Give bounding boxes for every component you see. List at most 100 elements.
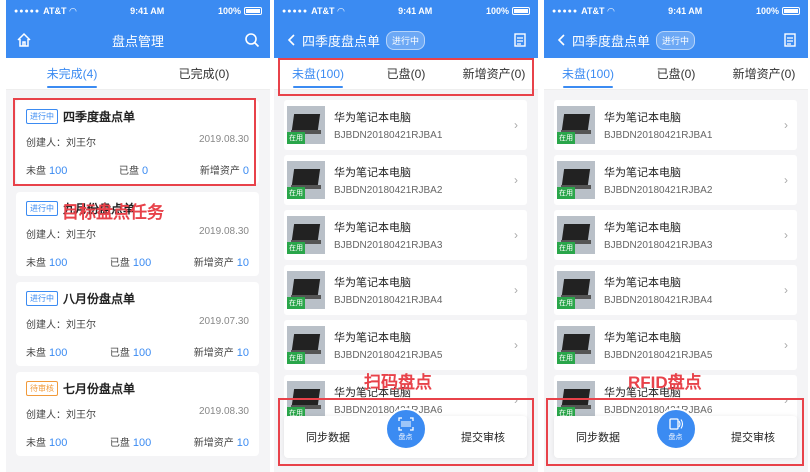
in-use-badge: 在用 <box>557 297 575 309</box>
list-item[interactable]: 在用 华为笔记本电脑 BJBDN20180421RJBA2 › <box>554 155 797 205</box>
task-card[interactable]: 待审核 七月份盘点单 创建人：刘王尔 2019.08.30 未盘 100 已盘 100 … <box>16 372 259 456</box>
list-item[interactable]: 在用 华为笔记本电脑 BJBDN20180421RJBA3 › <box>554 210 797 260</box>
tab-bar: 未完成(4) 已完成(0) <box>6 58 270 90</box>
date: 2019.08.30 <box>198 406 249 417</box>
in-use-badge: 在用 <box>557 352 575 364</box>
count-label: 新增资产 <box>193 348 234 359</box>
annotation-label: RFID盘点 <box>628 373 702 392</box>
tab-counted[interactable]: 已盘(0) <box>632 58 720 90</box>
annotation-label: 目标盘点任务 <box>62 203 164 222</box>
list-item[interactable]: 在用 华为笔记本电脑 BJBDN20180421RJBA4 › <box>284 265 527 315</box>
list-item[interactable]: 在用 华为笔记本电脑 BJBDN20180421RJBA3 › <box>284 210 527 260</box>
asset-code: BJBDN20180421RJBA5 <box>334 350 443 361</box>
header: ●●●●● AT&T ◠ 9:41 AM 100% 四季度盘点单 进行中 <box>544 0 808 58</box>
count-value: 100 <box>132 257 152 269</box>
carrier: AT&T <box>581 6 605 16</box>
document-icon[interactable] <box>510 30 530 50</box>
chevron-right-icon: › <box>514 173 518 187</box>
tab-incomplete[interactable]: 未完成(4) <box>6 58 138 90</box>
count-label: 未盘 <box>26 438 46 449</box>
list-item[interactable]: 在用 华为笔记本电脑 BJBDN20180421RJBA4 › <box>554 265 797 315</box>
asset-name: 华为笔记本电脑 <box>604 222 681 234</box>
asset-code: BJBDN20180421RJBA1 <box>334 130 443 141</box>
battery-percent: 100% <box>217 6 241 16</box>
asset-name: 华为笔记本电脑 <box>604 112 681 124</box>
status-badge: 进行中 <box>656 30 696 50</box>
in-use-badge: 在用 <box>557 187 575 199</box>
battery-icon <box>781 7 800 15</box>
asset-code: BJBDN20180421RJBA1 <box>604 130 713 141</box>
status-badge: 进行中 <box>386 30 426 50</box>
header: ●●●●● AT&T ◠ 9:41 AM 100% 盘点管理 <box>6 0 270 58</box>
chevron-right-icon: › <box>784 338 788 352</box>
count-label: 新增资产 <box>193 258 234 269</box>
page-title: 四季度盘点单 <box>572 33 651 49</box>
count-label: 新增资产 <box>193 438 234 449</box>
header: ●●●●● AT&T ◠ 9:41 AM 100% 四季度盘点单 进行中 <box>274 0 538 58</box>
count-label: 已盘 <box>109 258 130 269</box>
list-item[interactable]: 在用 华为笔记本电脑 BJBDN20180421RJBA1 › <box>554 100 797 150</box>
back-icon[interactable] <box>552 30 572 50</box>
in-use-badge: 在用 <box>287 242 305 254</box>
page-title: 盘点管理 <box>111 33 164 49</box>
laptop-thumbnail: 在用 <box>287 106 325 144</box>
in-use-badge: 在用 <box>287 132 305 144</box>
in-use-badge: 在用 <box>557 132 575 144</box>
highlight-box <box>13 98 256 186</box>
signal-icon: ●●●●● <box>282 7 309 15</box>
list-item[interactable]: 在用 华为笔记本电脑 BJBDN20180421RJBA5 › <box>284 320 527 370</box>
asset-name: 华为笔记本电脑 <box>334 222 411 234</box>
status-bar: ●●●●● AT&T ◠ 9:41 AM 100% <box>544 0 808 22</box>
laptop-thumbnail: 在用 <box>557 161 595 199</box>
asset-name: 华为笔记本电脑 <box>334 332 411 344</box>
status-bar: ●●●●● AT&T ◠ 9:41 AM 100% <box>274 0 538 22</box>
creator: 创建人：刘王尔 <box>26 230 96 241</box>
document-icon[interactable] <box>780 30 800 50</box>
chevron-right-icon: › <box>514 338 518 352</box>
back-icon[interactable] <box>282 30 302 50</box>
in-use-badge: 在用 <box>287 352 305 364</box>
laptop-thumbnail: 在用 <box>557 216 595 254</box>
count-value: 100 <box>49 347 68 359</box>
date: 2019.08.30 <box>198 226 249 237</box>
tab-completed[interactable]: 已完成(0) <box>138 58 270 90</box>
asset-name: 华为笔记本电脑 <box>334 167 411 179</box>
asset-name: 华为笔记本电脑 <box>334 277 411 289</box>
battery-percent: 100% <box>755 6 779 16</box>
card-title: 七月份盘点单 <box>63 382 136 396</box>
asset-name: 华为笔记本电脑 <box>604 332 681 344</box>
highlight-box <box>278 398 534 466</box>
chevron-right-icon: › <box>784 173 788 187</box>
asset-name: 华为笔记本电脑 <box>604 277 681 289</box>
tab-uncounted[interactable]: 未盘(100) <box>544 58 632 90</box>
asset-code: BJBDN20180421RJBA3 <box>604 240 713 251</box>
count-label: 未盘 <box>26 348 46 359</box>
list-item[interactable]: 在用 华为笔记本电脑 BJBDN20180421RJBA2 › <box>284 155 527 205</box>
asset-name: 华为笔记本电脑 <box>334 112 411 124</box>
in-use-badge: 在用 <box>287 297 305 309</box>
screen-inventory-management: ●●●●● AT&T ◠ 9:41 AM 100% 盘点管理 未完成(4) 已完成(… <box>6 0 270 472</box>
wifi-icon: ◠ <box>607 5 615 16</box>
tab-new-assets[interactable]: 新增资产(0) <box>720 58 808 90</box>
list-item[interactable]: 在用 华为笔记本电脑 BJBDN20180421RJBA5 › <box>554 320 797 370</box>
count-value: 100 <box>132 347 152 359</box>
status-badge: 进行中 <box>26 291 58 306</box>
chevron-right-icon: › <box>514 228 518 242</box>
chevron-right-icon: › <box>784 228 788 242</box>
page-title: 四季度盘点单 <box>302 33 381 49</box>
task-card[interactable]: 进行中 八月份盘点单 创建人：刘王尔 2019.07.30 未盘 100 已盘 100 … <box>16 282 259 366</box>
card-title: 八月份盘点单 <box>63 292 136 306</box>
carrier: AT&T <box>311 6 335 16</box>
status-badge: 进行中 <box>26 201 58 216</box>
count-label: 未盘 <box>26 258 46 269</box>
laptop-thumbnail: 在用 <box>557 271 595 309</box>
count-value: 10 <box>236 347 249 359</box>
laptop-thumbnail: 在用 <box>287 326 325 364</box>
laptop-thumbnail: 在用 <box>287 216 325 254</box>
wifi-icon: ◠ <box>337 5 345 16</box>
laptop-thumbnail: 在用 <box>557 326 595 364</box>
search-icon[interactable] <box>242 30 262 50</box>
battery-percent: 100% <box>485 6 509 16</box>
list-item[interactable]: 在用 华为笔记本电脑 BJBDN20180421RJBA1 › <box>284 100 527 150</box>
battery-icon <box>243 7 262 15</box>
